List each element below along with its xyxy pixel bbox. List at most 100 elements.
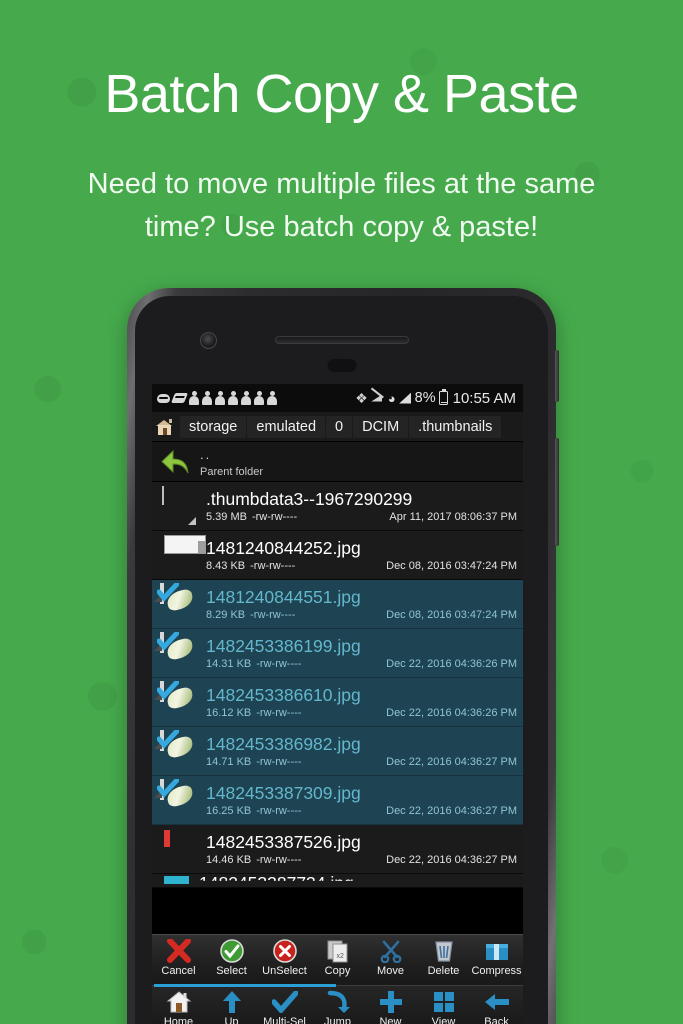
nav-new-button[interactable]: New (364, 989, 417, 1024)
file-size: 16.25 KB (206, 805, 252, 817)
grid-icon (433, 989, 455, 1015)
file-perms: -rw-rw---- (256, 805, 302, 817)
nav-label: Back (484, 1016, 509, 1024)
nav-back-button[interactable]: Back (470, 989, 523, 1024)
table-row[interactable]: 1482453387734.jpg (152, 874, 523, 888)
curved-arrow-icon (326, 989, 350, 1015)
person-icon (254, 391, 264, 405)
file-list: .thumbdata3--1967290299 5.39 MB -rw-rw--… (152, 482, 523, 888)
check-icon (157, 730, 179, 749)
file-date: Apr 11, 2017 08:06:37 PM (389, 511, 517, 523)
table-row[interactable]: 1482453387309.jpg 16.25 KB -rw-rw---- De… (152, 776, 523, 825)
file-size: 8.29 KB (206, 609, 246, 621)
action-label: Cancel (161, 965, 196, 977)
nav-multiselect-button[interactable]: Multi-Sel (258, 989, 311, 1024)
cyan-thumbnail (164, 876, 189, 884)
red-device-icon (158, 830, 196, 868)
table-row[interactable]: 1482453386982.jpg 14.71 KB -rw-rw---- De… (152, 727, 523, 776)
notification-icons (157, 391, 355, 405)
power-button[interactable] (555, 350, 559, 402)
battery-percent: 8% (414, 390, 436, 406)
action-label: Move (377, 965, 404, 977)
breadcrumb-item-thumbnails[interactable]: .thumbnails (409, 415, 502, 438)
file-date: Dec 08, 2016 03:47:24 PM (386, 609, 517, 621)
file-name: 1481240844551.jpg (206, 587, 361, 607)
table-row[interactable]: 1482453386199.jpg 14.31 KB -rw-rw---- De… (152, 629, 523, 678)
red-x-icon (166, 938, 192, 964)
copy-button[interactable]: x2 Copy (311, 938, 364, 977)
file-size: 14.46 KB (206, 854, 252, 866)
compress-box-icon (484, 938, 510, 964)
person-icon (202, 391, 212, 405)
back-arrow-icon (158, 448, 194, 476)
scissors-icon (378, 938, 404, 964)
tag-icon (170, 393, 189, 403)
home-icon[interactable] (156, 418, 173, 435)
compress-button[interactable]: Compress (470, 938, 523, 977)
breadcrumb-item-dcim[interactable]: DCIM (353, 415, 409, 438)
plus-icon (379, 989, 403, 1015)
person-icon (215, 391, 225, 405)
file-perms: -rw-rw---- (251, 511, 298, 523)
photo-thumbnail (154, 583, 196, 623)
photo-thumbnail (154, 779, 196, 819)
svg-text:x2: x2 (336, 953, 344, 960)
nav-jump-button[interactable]: Jump (311, 989, 364, 1024)
file-size: 14.71 KB (206, 756, 252, 768)
breadcrumb-item-0[interactable]: 0 (326, 415, 353, 438)
nav-home-button[interactable]: Home (152, 989, 205, 1024)
trash-icon (433, 938, 455, 964)
check-icon (157, 681, 179, 700)
volume-button[interactable] (555, 438, 559, 546)
file-name: .thumbdata3--1967290299 (206, 489, 413, 509)
photo-thumbnail (154, 730, 196, 770)
file-date: Dec 22, 2016 04:36:26 PM (386, 707, 517, 719)
battery-icon (439, 388, 449, 405)
select-button[interactable]: Select (205, 938, 258, 977)
table-row[interactable]: .thumbdata3--1967290299 5.39 MB -rw-rw--… (152, 482, 523, 531)
unselect-button[interactable]: UnSelect (258, 938, 311, 977)
red-x-circle-icon (272, 938, 297, 964)
home-icon (166, 989, 192, 1015)
cancel-button[interactable]: Cancel (152, 938, 205, 977)
parent-folder-label: Parent folder (200, 465, 263, 478)
delete-button[interactable]: Delete (417, 938, 470, 977)
parent-folder-row[interactable]: .. Parent folder (152, 442, 523, 482)
table-row[interactable]: 1481240844551.jpg 8.29 KB -rw-rw---- Dec… (152, 580, 523, 629)
person-icon (189, 391, 199, 405)
file-size: 8.43 KB (206, 560, 246, 572)
file-perms: -rw-rw---- (256, 756, 302, 768)
copy-pages-icon: x2 (325, 938, 351, 964)
status-bar-right: ❖ ◕ 8% 10:55 AM (355, 388, 516, 407)
nav-view-button[interactable]: View (417, 989, 470, 1024)
wifi-icon: ◕ (387, 390, 396, 406)
breadcrumb-item-emulated[interactable]: emulated (247, 415, 326, 438)
nav-label: New (379, 1016, 402, 1024)
file-perms: -rw-rw---- (250, 560, 296, 572)
phone-screen: ❖ ◕ 8% 10:55 AM storage emulated 0 DCIM … (152, 384, 523, 1024)
table-row[interactable]: 1481240844252.jpg 8.43 KB -rw-rw---- Dec… (152, 531, 523, 580)
nav-up-button[interactable]: Up (205, 989, 258, 1024)
file-perms: -rw-rw---- (256, 854, 302, 866)
photo-thumbnail (154, 632, 196, 672)
left-arrow-icon (484, 989, 510, 1015)
file-name: 1482453386199.jpg (206, 636, 361, 656)
action-toolbar: Cancel Select UnSelect x2 Copy Move Dele… (152, 934, 523, 985)
nav-label: View (431, 1016, 456, 1024)
phone-mockup: ❖ ◕ 8% 10:55 AM storage emulated 0 DCIM … (127, 288, 559, 1024)
move-button[interactable]: Move (364, 938, 417, 977)
file-size: 16.12 KB (206, 707, 252, 719)
action-label: Copy (324, 965, 351, 977)
action-label: Delete (427, 965, 460, 977)
file-date: Dec 08, 2016 03:47:24 PM (386, 560, 517, 572)
table-row[interactable]: 1482453386610.jpg 16.12 KB -rw-rw---- De… (152, 678, 523, 727)
action-label: Select (216, 965, 247, 977)
table-row[interactable]: 1482453387526.jpg 14.46 KB -rw-rw---- De… (152, 825, 523, 874)
document-icon (158, 487, 196, 525)
checkmark-icon (271, 989, 298, 1015)
breadcrumb-item-storage[interactable]: storage (180, 415, 247, 438)
parent-folder-name: .. (200, 446, 212, 462)
horizontal-scrollbar[interactable] (154, 984, 336, 987)
screenshot-thumbnail (158, 535, 206, 574)
file-perms: -rw-rw---- (256, 658, 302, 670)
